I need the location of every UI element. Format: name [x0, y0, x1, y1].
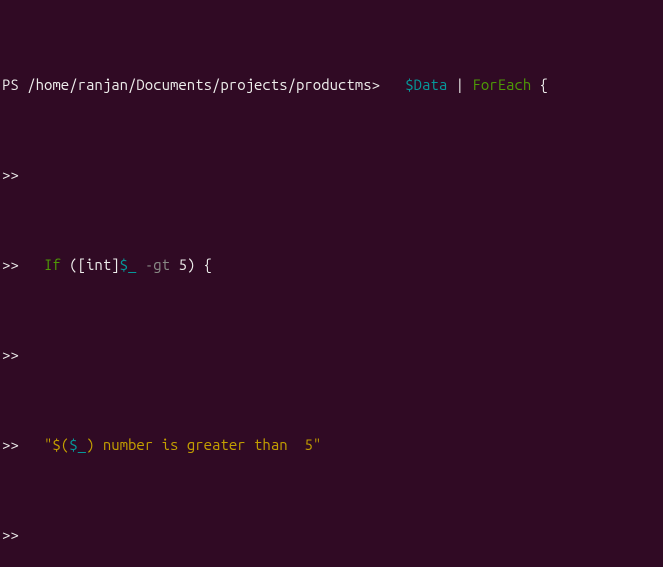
terminal-screen[interactable]: PS /home/ranjan/Documents/projects/produ… — [0, 0, 663, 567]
string-literal: "$( — [44, 436, 69, 453]
prompt: PS /home/ranjan/Documents/projects/produ… — [2, 76, 380, 93]
continuation-line: >> — [2, 526, 661, 544]
continuation-line: >> — [2, 346, 661, 364]
operator-gt: -gt — [136, 256, 170, 273]
keyword-if: If — [44, 256, 61, 273]
continuation-line: >> — [2, 166, 661, 184]
command-line: PS /home/ranjan/Documents/projects/produ… — [2, 76, 661, 94]
keyword-foreach: ForEach — [472, 76, 531, 93]
var-data: $Data — [405, 76, 447, 93]
continuation-line: >> If ([int]$_ -gt 5) { — [2, 256, 661, 274]
var-underscore: $_ — [120, 256, 137, 273]
continuation-line: >> "$($_) number is greater than 5" — [2, 436, 661, 454]
